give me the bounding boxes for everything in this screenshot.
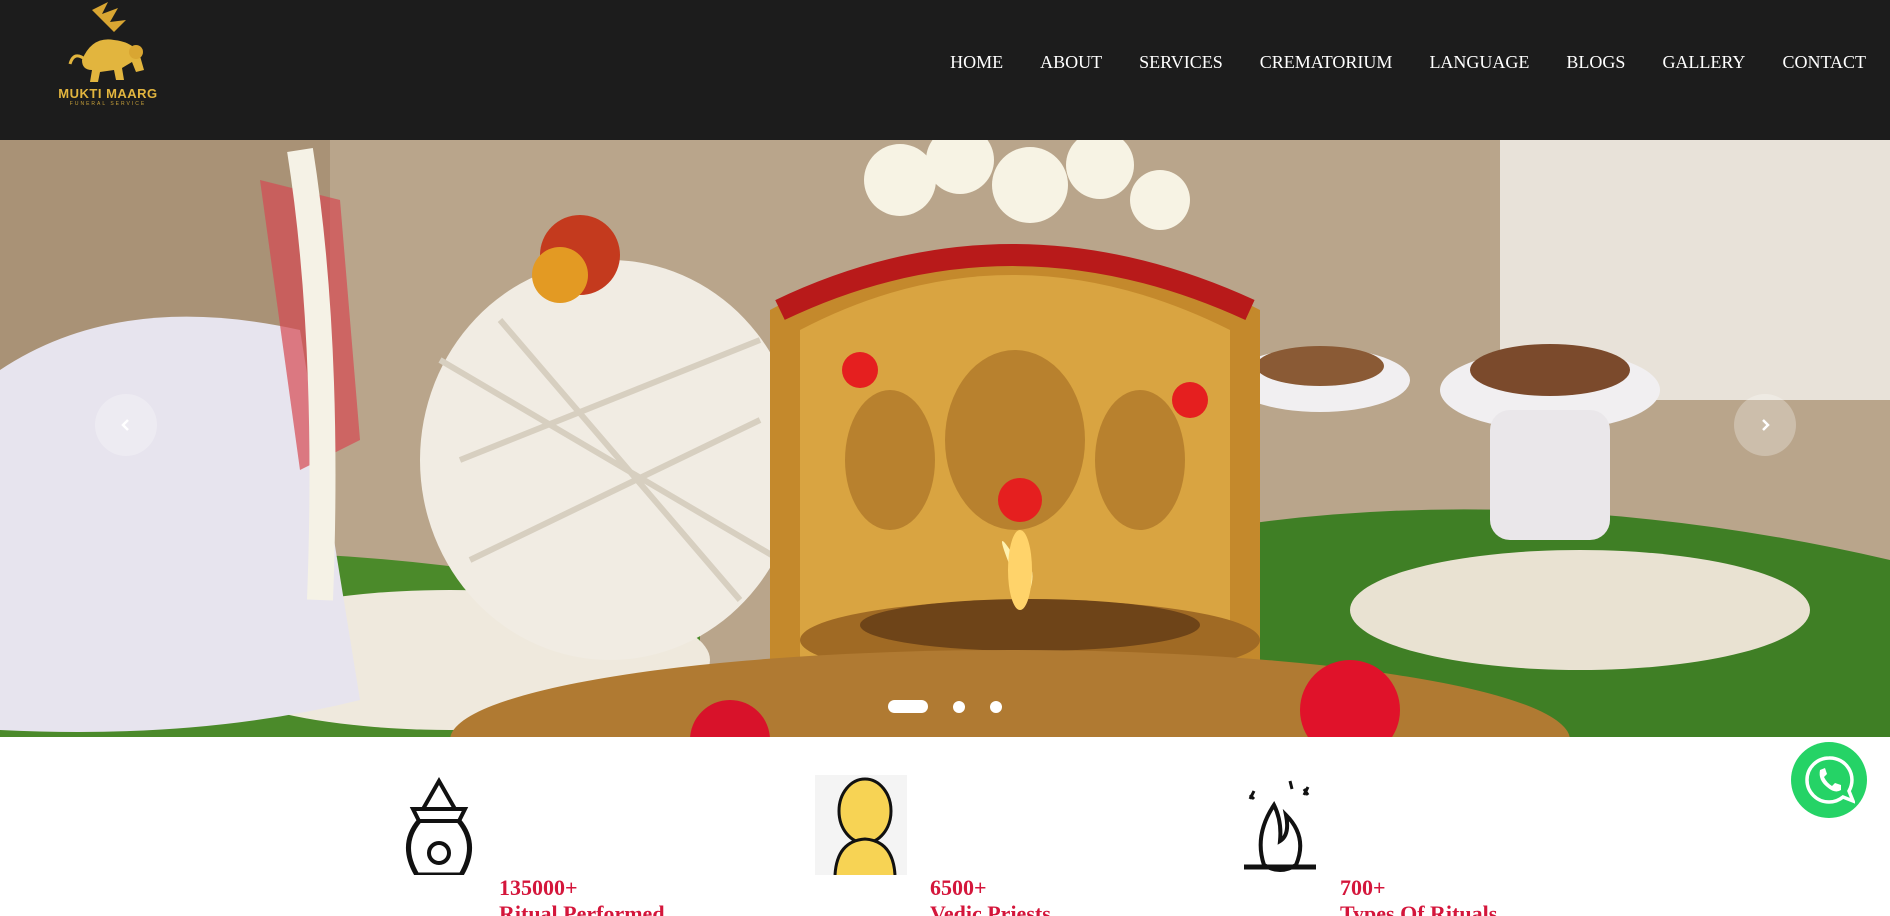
- stat-label: Types Of Rituals: [1340, 901, 1498, 916]
- nav-services[interactable]: SERVICES: [1139, 52, 1223, 73]
- priest-icon: [815, 775, 907, 875]
- nav-home[interactable]: HOME: [950, 52, 1003, 73]
- kalash-icon: [406, 776, 472, 875]
- nav-language[interactable]: LANGUAGE: [1429, 52, 1529, 73]
- havan-fire-icon: [1244, 780, 1316, 872]
- stat-number: 700+: [1340, 875, 1386, 900]
- slider-indicators: [888, 700, 1027, 713]
- stat-label: Ritual Performed: [499, 901, 665, 916]
- chevron-left-icon: [121, 419, 129, 431]
- nav-about[interactable]: ABOUT: [1040, 52, 1102, 73]
- whatsapp-button[interactable]: [1791, 742, 1867, 818]
- nav-contact[interactable]: CONTACT: [1782, 52, 1866, 73]
- slider-dot-3[interactable]: [990, 700, 1002, 713]
- slider-dot-1[interactable]: [888, 700, 928, 713]
- slider-dot-2[interactable]: [953, 700, 965, 713]
- main-nav: HOME ABOUT SERVICES CREMATORIUM LANGUAGE…: [913, 52, 1866, 73]
- chevron-right-icon: [1762, 419, 1770, 431]
- winged-tiger-logo-icon: [68, 2, 144, 82]
- hero-slide-image: [0, 140, 1890, 737]
- site-header: MUKTI MAARG FUNERAL SERVICE HOME ABOUT S…: [0, 0, 1890, 140]
- hero-slider: [0, 140, 1890, 737]
- stat-label: Vedic Priests: [930, 901, 1051, 916]
- stat-number: 135000+: [499, 875, 578, 900]
- site-logo[interactable]: MUKTI MAARG FUNERAL SERVICE: [52, 0, 164, 112]
- logo-text: MUKTI MAARG: [58, 86, 158, 101]
- stat-number: 6500+: [930, 875, 987, 900]
- nav-blogs[interactable]: BLOGS: [1566, 52, 1625, 73]
- nav-gallery[interactable]: GALLERY: [1662, 52, 1745, 73]
- stats-section: 135000+ Ritual Performed 6500+ Vedic Pri…: [0, 737, 1890, 916]
- slider-next-button[interactable]: [1734, 394, 1796, 456]
- logo-subtext: FUNERAL SERVICE: [69, 101, 147, 107]
- nav-crematorium[interactable]: CREMATORIUM: [1260, 52, 1393, 73]
- whatsapp-icon: [1805, 756, 1855, 804]
- slider-prev-button[interactable]: [95, 394, 157, 456]
